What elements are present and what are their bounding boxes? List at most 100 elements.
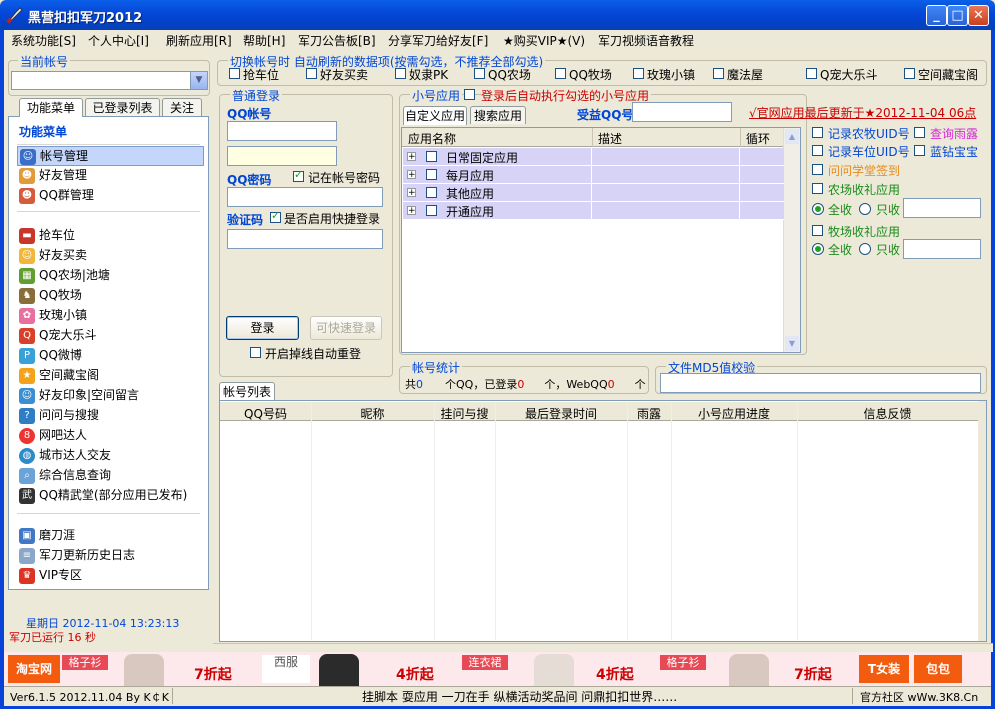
wenwen-sign-checkbox[interactable]	[812, 164, 823, 175]
scroll-down-icon[interactable]: ▼	[785, 336, 799, 351]
expand-plus-icon[interactable]: +	[407, 206, 416, 216]
md5-input[interactable]	[660, 373, 981, 393]
menu-bulletin[interactable]: 军刀公告板[B]	[298, 32, 376, 49]
auto-exec-checkbox[interactable]	[464, 89, 475, 100]
app-row-checkbox[interactable]	[426, 151, 437, 162]
qq-account-input[interactable]	[227, 121, 337, 141]
scroll-up-icon[interactable]: ▲	[785, 129, 799, 144]
minimize-button[interactable]: _	[926, 5, 947, 26]
menu-grind[interactable]: ▣ 磨刀涯	[19, 526, 75, 544]
app-row-checkbox[interactable]	[426, 169, 437, 180]
quick-login-checkbox[interactable]	[270, 209, 281, 223]
refresh-item-checkbox[interactable]	[806, 68, 817, 79]
account-col-header[interactable]: QQ号码	[220, 405, 311, 422]
banner-discount[interactable]: 4折起	[596, 664, 634, 684]
menu-martial[interactable]: 武 QQ精武堂(部分应用已发布)	[19, 486, 187, 504]
app-list-scrollbar[interactable]: ▲ ▼	[783, 128, 800, 352]
app-row-checkbox[interactable]	[426, 205, 437, 216]
current-account-select[interactable]: ▼	[11, 71, 208, 90]
tab-logged-list[interactable]: 已登录列表	[85, 98, 160, 116]
ranch-collect-all-radio[interactable]	[812, 243, 824, 255]
refresh-item-checkbox[interactable]	[555, 68, 566, 79]
query-rain-checkbox[interactable]	[914, 127, 925, 138]
beneficiary-qq-input[interactable]	[632, 102, 732, 122]
menu-personal[interactable]: 个人中心[I]	[88, 32, 149, 49]
menu-netbar[interactable]: 8 网吧达人	[19, 426, 87, 444]
refresh-item-checkbox[interactable]	[395, 68, 406, 79]
expand-plus-icon[interactable]: +	[407, 188, 416, 198]
app-tree-row[interactable]: + 日常固定应用	[403, 148, 784, 166]
menu-video-tutorial[interactable]: 军刀视频语音教程	[598, 32, 694, 49]
menu-wenwen[interactable]: ? 问问与搜搜	[19, 406, 99, 424]
refresh-item-checkbox[interactable]	[229, 68, 240, 79]
menu-vip[interactable]: ♛ VIP专区	[19, 566, 82, 584]
tab-function-menu[interactable]: 功能菜单	[19, 98, 83, 117]
app-tree-row[interactable]: + 开通应用	[403, 202, 784, 220]
banner-tag[interactable]: 格子衫	[62, 655, 108, 670]
qq-password-input[interactable]	[227, 187, 383, 207]
farm-collect-only-radio[interactable]	[859, 203, 871, 215]
account-col-header[interactable]: 昵称	[311, 405, 434, 422]
banner-suit[interactable]: 西服	[262, 655, 310, 683]
captcha-input[interactable]	[227, 229, 383, 249]
banner-tag[interactable]: 连衣裙	[462, 655, 508, 670]
menu-refresh-apps[interactable]: 刷新应用[R]	[166, 32, 232, 49]
menu-parking[interactable]: ▬ 抢车位	[19, 226, 75, 244]
menu-qq-group[interactable]: ☻ QQ群管理	[19, 186, 94, 204]
col-app-name[interactable]: 应用名称	[408, 130, 456, 147]
menu-farm[interactable]: ▦ QQ农场|池塘	[19, 266, 110, 284]
splitter[interactable]	[213, 643, 993, 652]
account-col-header[interactable]: 雨露	[627, 405, 671, 422]
col-description[interactable]: 描述	[598, 130, 622, 147]
menu-qpet[interactable]: Q Q宠大乐斗	[19, 326, 96, 344]
banner-discount[interactable]: 7折起	[194, 664, 232, 684]
ranch-collect-only-radio[interactable]	[859, 243, 871, 255]
menu-ranch[interactable]: ♞ QQ牧场	[19, 286, 82, 304]
farm-collect-all-radio[interactable]	[812, 203, 824, 215]
blue-diamond-checkbox[interactable]	[914, 145, 925, 156]
quick-login-button[interactable]: 可快速登录	[310, 316, 382, 340]
account-col-header[interactable]: 小号应用进度	[671, 405, 797, 422]
refresh-item-checkbox[interactable]	[633, 68, 644, 79]
app-tree-row[interactable]: + 每月应用	[403, 166, 784, 184]
expand-plus-icon[interactable]: +	[407, 170, 416, 180]
maximize-button[interactable]: □	[947, 5, 968, 26]
app-row-checkbox[interactable]	[426, 187, 437, 198]
auto-reconnect-checkbox[interactable]	[250, 347, 261, 358]
refresh-item-checkbox[interactable]	[904, 68, 915, 79]
tab-search-apps[interactable]: 搜索应用	[470, 106, 526, 124]
remember-password-checkbox[interactable]	[293, 168, 304, 182]
farm-collect-only-input[interactable]	[903, 198, 981, 218]
menu-info-query[interactable]: ⌕ 综合信息查询	[19, 466, 111, 484]
menu-rose-town[interactable]: ✿ 玫瑰小镇	[19, 306, 87, 324]
login-button[interactable]: 登录	[226, 316, 299, 340]
menu-friend-trade[interactable]: ☺ 好友买卖	[19, 246, 87, 264]
chevron-down-icon[interactable]: ▼	[190, 72, 207, 89]
menu-buy-vip[interactable]: ★购买VIP★(V)	[503, 32, 585, 49]
banner-tag[interactable]: 格子衫	[660, 655, 706, 670]
banner-women-clothes[interactable]: T女装	[859, 655, 909, 683]
account-col-header[interactable]: 信息反馈	[797, 405, 978, 422]
official-update-link[interactable]: √官网应用最后更新于★2012-11-04 06点	[749, 104, 976, 121]
app-tree-row[interactable]: + 其他应用	[403, 184, 784, 202]
menu-share[interactable]: 分享军刀给好友[F]	[388, 32, 488, 49]
banner-discount[interactable]: 7折起	[794, 664, 832, 684]
menu-account-management[interactable]: ☺ 帐号管理	[17, 146, 204, 166]
menu-system[interactable]: 系统功能[S]	[11, 32, 76, 49]
ad-banner[interactable]: 淘宝网 格子衫 7折起 西服 4折起 连衣裙 4折起 格子衫 7折起 T女装 包…	[4, 652, 991, 686]
account-col-header[interactable]: 挂问与搜	[434, 405, 495, 422]
expand-plus-icon[interactable]: +	[407, 152, 416, 162]
refresh-item-checkbox[interactable]	[713, 68, 724, 79]
farm-gift-checkbox[interactable]	[812, 183, 823, 194]
refresh-item-checkbox[interactable]	[306, 68, 317, 79]
menu-treasure[interactable]: ★ 空间藏宝阁	[19, 366, 99, 384]
tab-account-list[interactable]: 帐号列表	[219, 382, 275, 400]
banner-taobao[interactable]: 淘宝网	[8, 655, 60, 683]
ranch-gift-checkbox[interactable]	[812, 225, 823, 236]
community-link[interactable]: 官方社区 wWw.3K8.Cn	[860, 689, 978, 705]
close-button[interactable]: ✕	[968, 5, 989, 26]
record-car-uid-checkbox[interactable]	[812, 145, 823, 156]
banner-bags[interactable]: 包包	[914, 655, 962, 683]
tab-follow[interactable]: 关注	[162, 98, 202, 116]
menu-help[interactable]: 帮助[H]	[243, 32, 285, 49]
